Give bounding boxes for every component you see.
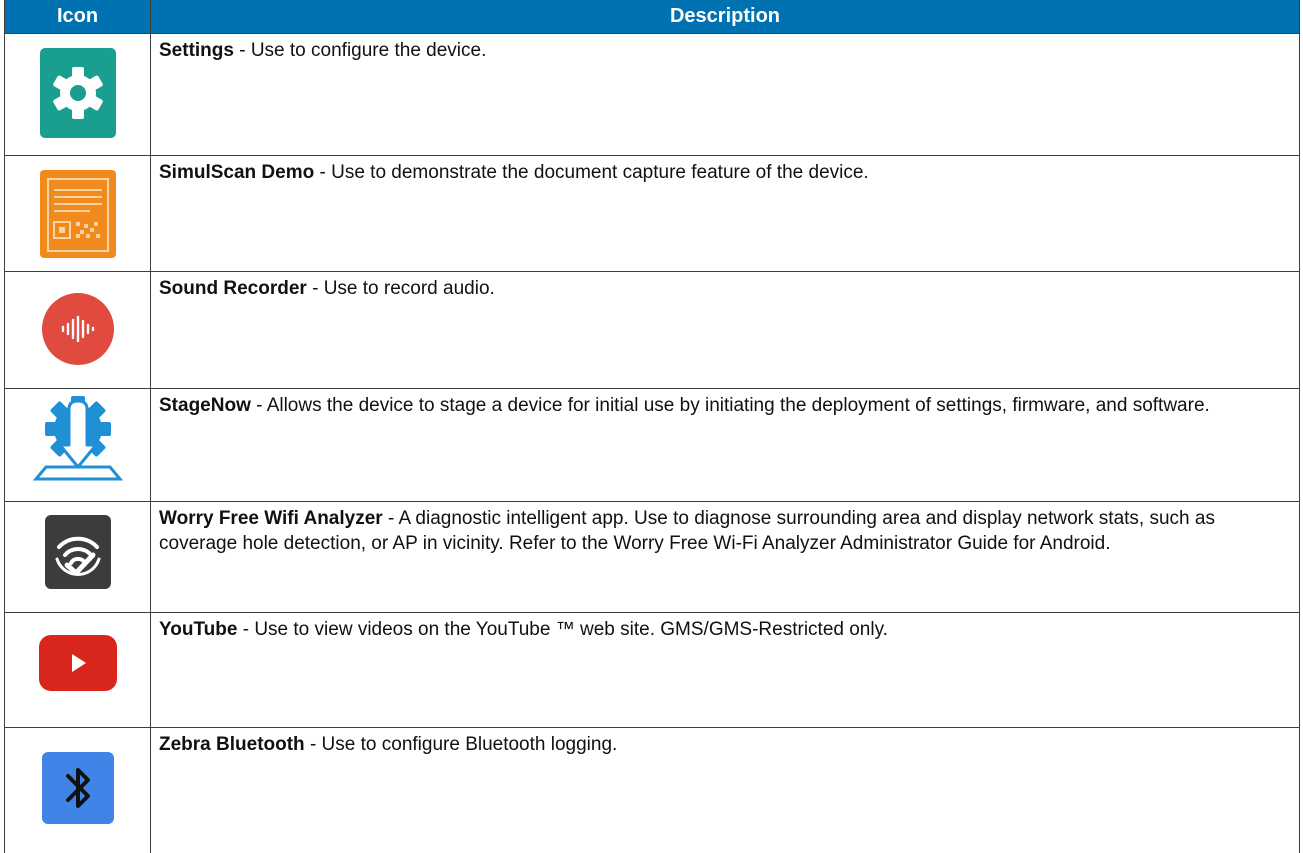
table-row: StageNow - Allows the device to stage a … — [4, 388, 1300, 502]
app-description: - Use to configure Bluetooth logging. — [304, 734, 618, 755]
app-description: - Use to record audio. — [306, 278, 495, 299]
table-row: Sound Recorder - Use to record audio. — [4, 271, 1300, 389]
icon-cell — [4, 33, 151, 156]
icon-cell — [4, 155, 151, 272]
icon-cell — [4, 271, 151, 389]
settings-gear-icon — [39, 48, 116, 138]
table-row: Settings - Use to configure the device. — [4, 33, 1300, 156]
app-description: - Use to view videos on the YouTube ™ we… — [237, 619, 888, 640]
icon-cell — [4, 388, 151, 502]
icon-cell — [4, 612, 151, 728]
app-name: StageNow — [159, 395, 251, 416]
table-row: Worry Free Wifi Analyzer - A diagnostic … — [4, 501, 1300, 613]
table-header-row: Icon Description — [4, 0, 1300, 34]
apps-table: Icon Description Settings - Use to confi… — [4, 0, 1300, 853]
simulscan-demo-icon — [39, 170, 116, 258]
sound-recorder-icon — [41, 293, 114, 365]
app-description: - Use to configure the device. — [233, 40, 487, 61]
icon-cell — [4, 727, 151, 853]
description-cell: Worry Free Wifi Analyzer - A diagnostic … — [150, 501, 1300, 613]
icon-column-header: Icon — [4, 0, 151, 34]
worry-free-wifi-analyzer-icon — [44, 515, 111, 589]
table-row: Zebra Bluetooth - Use to configure Bluet… — [4, 727, 1300, 853]
app-name: Sound Recorder — [159, 278, 307, 299]
description-cell: Sound Recorder - Use to record audio. — [150, 271, 1300, 389]
app-name: Zebra Bluetooth — [159, 734, 305, 755]
description-cell: Settings - Use to configure the device. — [150, 33, 1300, 156]
description-cell: Zebra Bluetooth - Use to configure Bluet… — [150, 727, 1300, 853]
app-description: - Use to demonstrate the document captur… — [314, 162, 869, 183]
description-cell: SimulScan Demo - Use to demonstrate the … — [150, 155, 1300, 272]
youtube-icon — [38, 635, 117, 691]
app-name: Worry Free Wifi Analyzer — [159, 508, 383, 529]
icon-cell — [4, 501, 151, 613]
table-row: YouTube - Use to view videos on the YouT… — [4, 612, 1300, 728]
app-name: SimulScan Demo — [159, 162, 315, 183]
app-name: Settings — [159, 40, 234, 61]
stagenow-icon — [32, 396, 123, 481]
app-description: - Allows the device to stage a device fo… — [250, 395, 1210, 416]
description-cell: YouTube - Use to view videos on the YouT… — [150, 612, 1300, 728]
description-cell: StageNow - Allows the device to stage a … — [150, 388, 1300, 502]
table-row: SimulScan Demo - Use to demonstrate the … — [4, 155, 1300, 272]
description-column-header: Description — [150, 0, 1300, 34]
app-name: YouTube — [159, 619, 238, 640]
zebra-bluetooth-icon — [41, 752, 114, 824]
